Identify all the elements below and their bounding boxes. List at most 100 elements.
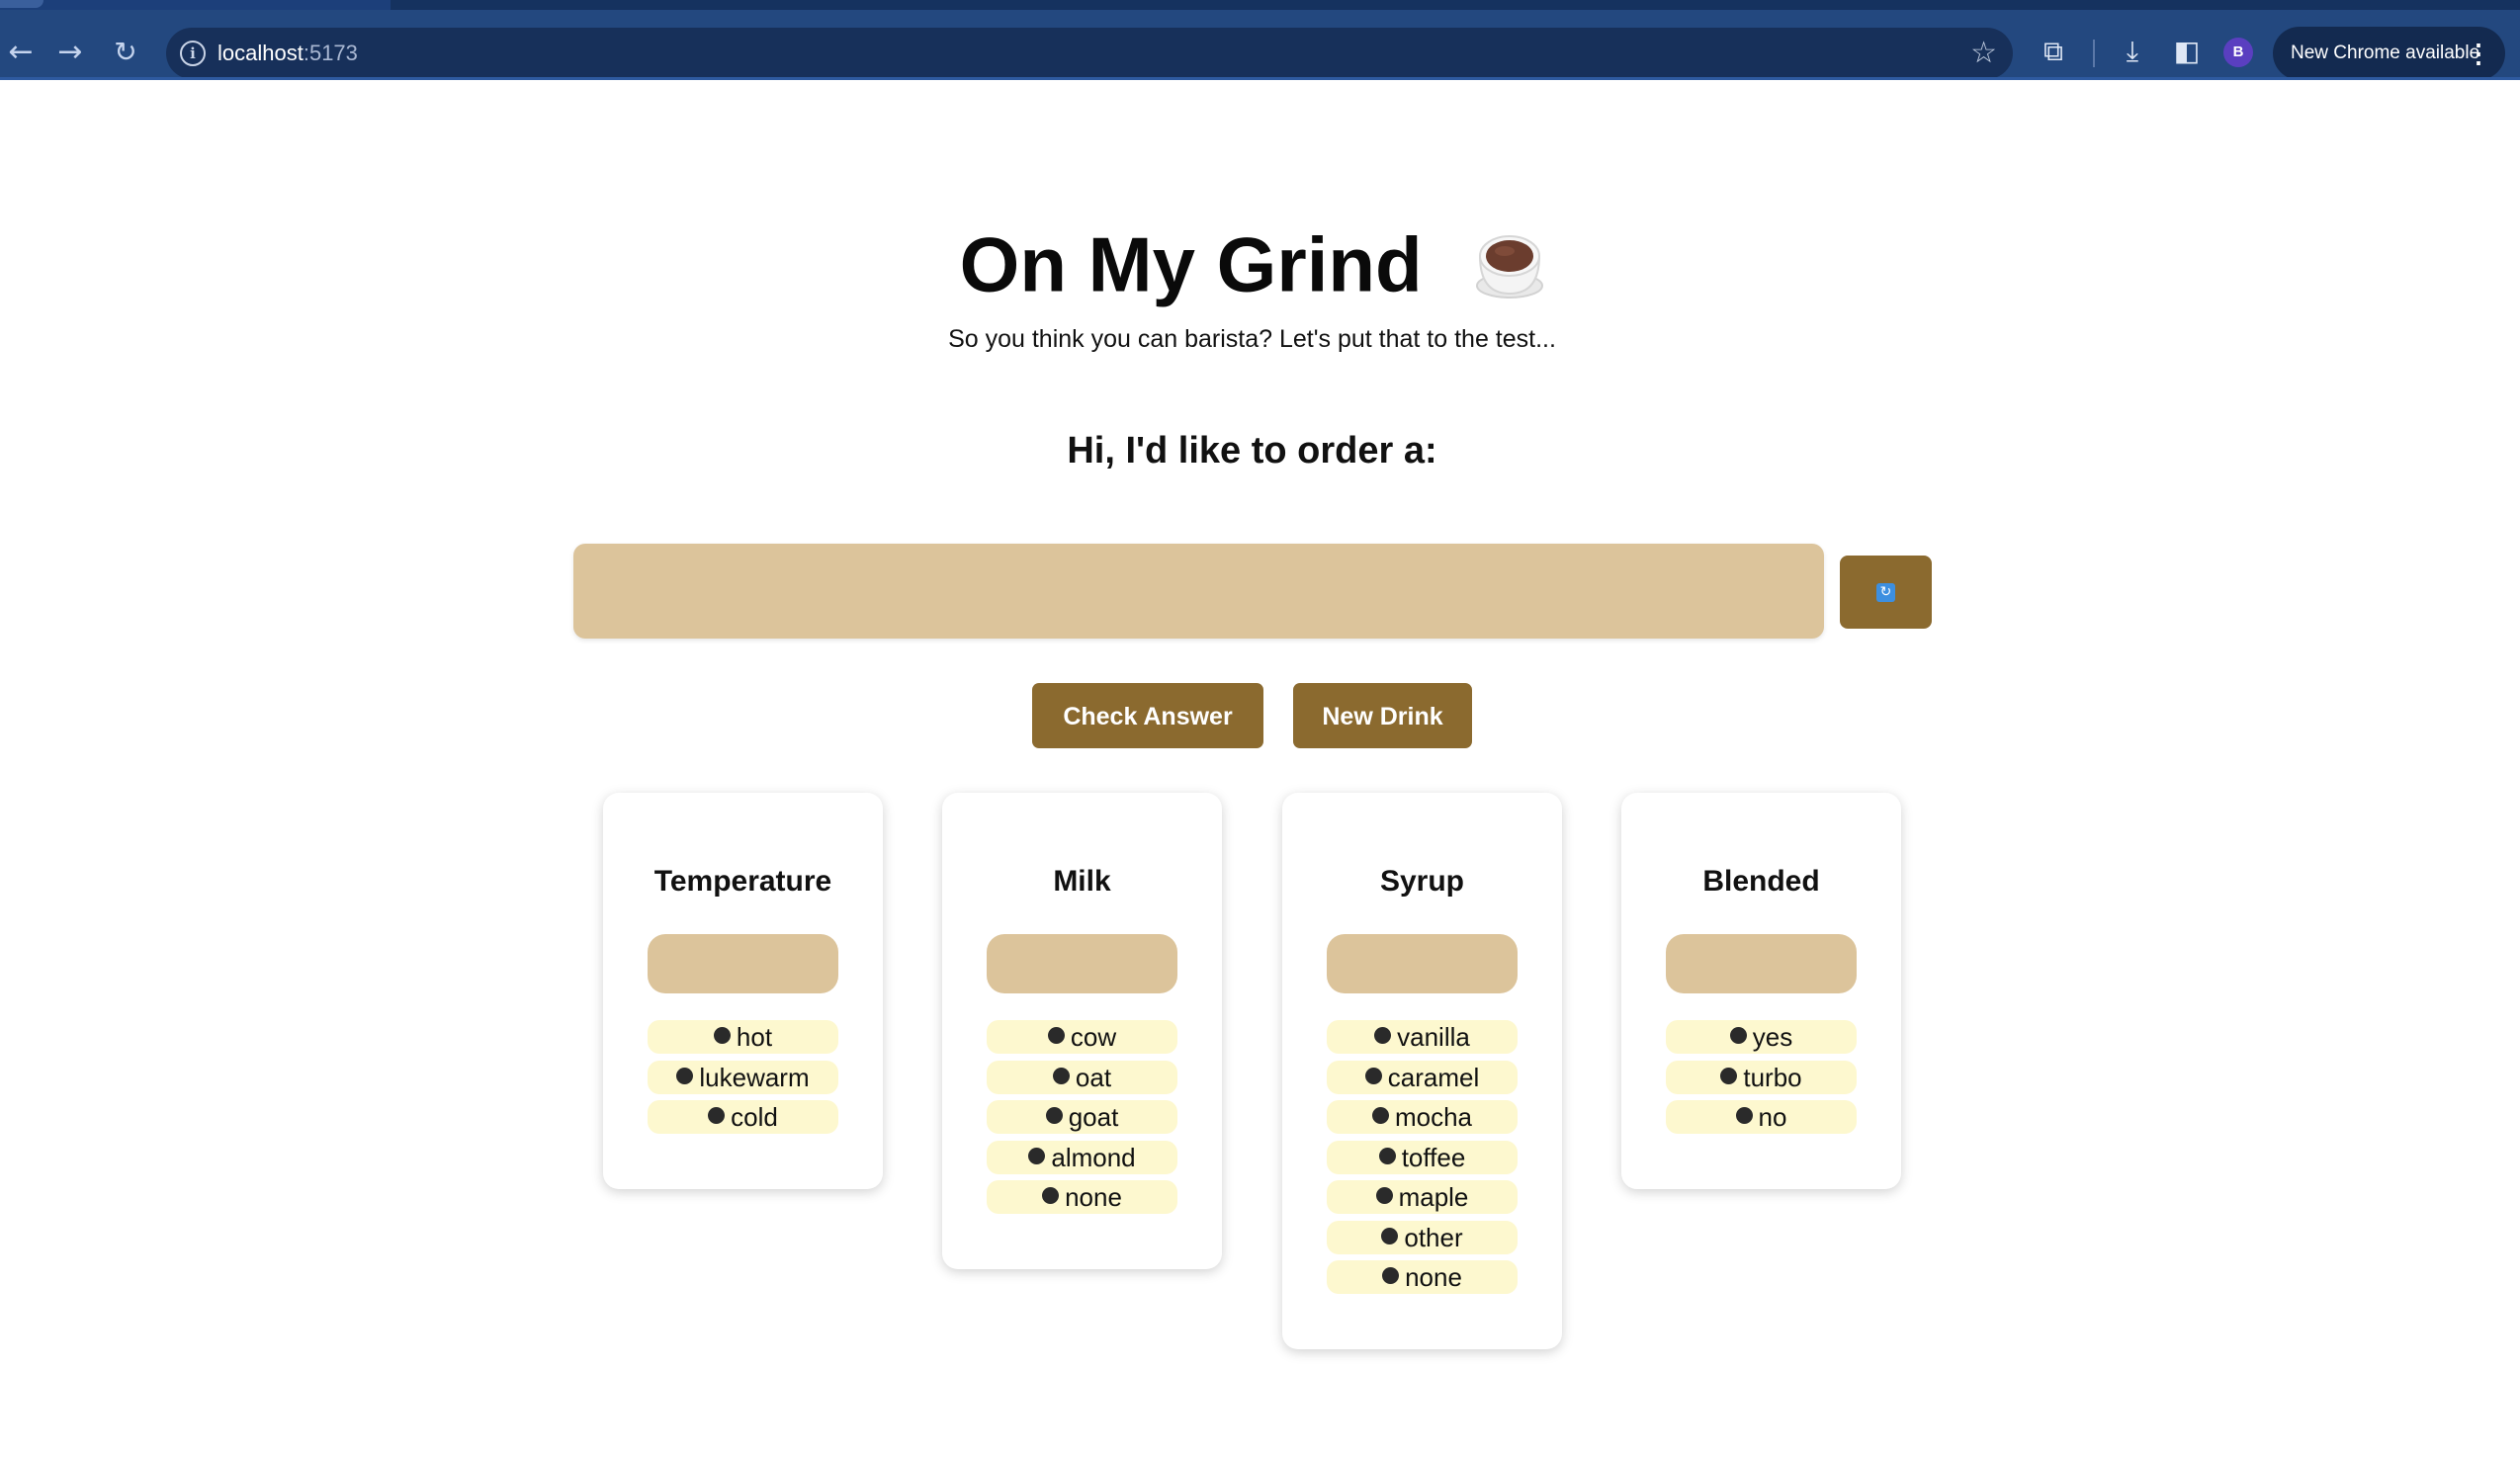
url-port: :5173 bbox=[303, 41, 358, 65]
drag-dot-icon bbox=[1382, 1267, 1400, 1284]
option-label: cow bbox=[1070, 1022, 1117, 1052]
option-chip[interactable]: cold bbox=[648, 1100, 838, 1134]
option-chip[interactable]: oat bbox=[987, 1060, 1177, 1094]
option-list: cow oat goat almond none bbox=[987, 1020, 1177, 1221]
category-card-milk: Milk cow oat goat almond none bbox=[942, 793, 1222, 1269]
option-chip[interactable]: no bbox=[1666, 1100, 1857, 1134]
drag-dot-icon bbox=[708, 1107, 726, 1124]
drag-dot-icon bbox=[713, 1027, 731, 1044]
option-list: vanilla caramel mocha toffee maple other… bbox=[1327, 1020, 1518, 1301]
option-chip[interactable]: none bbox=[987, 1180, 1177, 1214]
option-label: mocha bbox=[1394, 1102, 1473, 1132]
option-chip[interactable]: caramel bbox=[1327, 1060, 1518, 1094]
option-chip[interactable]: lukewarm bbox=[648, 1060, 838, 1094]
option-chip[interactable]: toffee bbox=[1327, 1140, 1518, 1174]
option-label: turbo bbox=[1743, 1062, 1802, 1092]
answer-slot[interactable] bbox=[648, 934, 838, 993]
drag-dot-icon bbox=[1045, 1107, 1063, 1124]
order-prompt: Hi, I'd like to order a: bbox=[1067, 430, 1437, 472]
bookmark-star-icon[interactable]: ☆ bbox=[1970, 36, 1997, 71]
option-label: none bbox=[1405, 1262, 1462, 1292]
refresh-icon: ↻ bbox=[1876, 583, 1895, 602]
drag-dot-icon bbox=[1720, 1067, 1738, 1084]
option-label: lukewarm bbox=[699, 1062, 810, 1092]
drag-dot-icon bbox=[1028, 1147, 1046, 1164]
app-page: On My Grind So you think you can barista… bbox=[0, 80, 2520, 1458]
option-chip[interactable]: yes bbox=[1666, 1020, 1857, 1054]
tab-strip bbox=[0, 0, 2520, 10]
drag-dot-icon bbox=[1371, 1107, 1389, 1124]
card-title: Temperature bbox=[653, 865, 832, 898]
browser-toolbar: ← → ↻ i localhost:5173 ☆ ⧉ ⤓ ◧ B New Chr… bbox=[0, 10, 2520, 80]
option-chip[interactable]: cow bbox=[987, 1020, 1177, 1054]
option-label: vanilla bbox=[1397, 1022, 1470, 1052]
drag-dot-icon bbox=[1042, 1187, 1060, 1204]
refresh-button[interactable]: ↻ bbox=[1840, 556, 1932, 629]
drag-dot-icon bbox=[1378, 1147, 1396, 1164]
option-label: caramel bbox=[1387, 1062, 1480, 1092]
drag-dot-icon bbox=[676, 1067, 694, 1084]
drag-dot-icon bbox=[1729, 1027, 1747, 1044]
option-label: no bbox=[1758, 1102, 1787, 1132]
answer-slot[interactable] bbox=[1327, 934, 1518, 993]
option-label: yes bbox=[1752, 1022, 1793, 1052]
category-card-syrup: Syrup vanilla caramel mocha toffee maple… bbox=[1282, 793, 1562, 1349]
drag-dot-icon bbox=[1374, 1027, 1392, 1044]
active-tab[interactable] bbox=[0, 0, 43, 8]
address-bar[interactable]: i localhost:5173 ☆ bbox=[166, 28, 2013, 79]
option-label: toffee bbox=[1401, 1142, 1466, 1172]
reload-icon[interactable]: ↻ bbox=[107, 34, 144, 71]
option-chip[interactable]: turbo bbox=[1666, 1060, 1857, 1094]
option-chip[interactable]: goat bbox=[987, 1100, 1177, 1134]
drag-dot-icon bbox=[1381, 1227, 1399, 1244]
option-chip[interactable]: mocha bbox=[1327, 1100, 1518, 1134]
drag-dot-icon bbox=[1052, 1067, 1070, 1084]
drag-dot-icon bbox=[1735, 1107, 1753, 1124]
option-chip[interactable]: none bbox=[1327, 1260, 1518, 1294]
option-chip[interactable]: almond bbox=[987, 1140, 1177, 1174]
option-chip[interactable]: other bbox=[1327, 1220, 1518, 1254]
title-text: On My Grind bbox=[959, 220, 1423, 308]
address-url[interactable]: localhost:5173 bbox=[217, 40, 358, 67]
option-label: maple bbox=[1398, 1182, 1469, 1212]
drag-dot-icon bbox=[1047, 1027, 1065, 1044]
site-info-icon[interactable]: i bbox=[180, 41, 206, 66]
extensions-icon[interactable]: ⧉ bbox=[2034, 32, 2073, 71]
url-host: localhost bbox=[217, 41, 304, 65]
answer-slot[interactable] bbox=[1666, 934, 1857, 993]
category-card-blended: Blended yes turbo no bbox=[1621, 793, 1901, 1189]
side-panel-icon[interactable]: ◧ bbox=[2167, 32, 2207, 71]
page-subtitle: So you think you can barista? Let's put … bbox=[948, 325, 1556, 353]
option-label: other bbox=[1404, 1222, 1463, 1252]
category-card-temperature: Temperature hot lukewarm cold bbox=[603, 793, 883, 1189]
toolbar-separator bbox=[2093, 40, 2095, 67]
option-chip[interactable]: vanilla bbox=[1327, 1020, 1518, 1054]
option-label: none bbox=[1065, 1182, 1122, 1212]
card-title: Syrup bbox=[1379, 865, 1465, 898]
coffee-cup-icon bbox=[1475, 225, 1544, 300]
option-chip[interactable]: hot bbox=[648, 1020, 838, 1054]
drag-dot-icon bbox=[1364, 1067, 1382, 1084]
option-chip[interactable]: maple bbox=[1327, 1180, 1518, 1214]
option-list: yes turbo no bbox=[1666, 1020, 1857, 1141]
drink-answer-input[interactable] bbox=[573, 544, 1824, 639]
option-label: oat bbox=[1075, 1062, 1112, 1092]
inactive-tab-area bbox=[391, 0, 2520, 10]
profile-avatar[interactable]: B bbox=[2223, 38, 2253, 67]
forward-arrow-icon[interactable]: → bbox=[51, 34, 89, 71]
option-list: hot lukewarm cold bbox=[648, 1020, 838, 1141]
answer-slot[interactable] bbox=[987, 934, 1177, 993]
option-label: almond bbox=[1051, 1142, 1136, 1172]
more-menu-icon[interactable]: ⋮ bbox=[2466, 27, 2491, 80]
option-label: goat bbox=[1068, 1102, 1119, 1132]
check-answer-button[interactable]: Check Answer bbox=[1032, 683, 1263, 748]
card-title: Blended bbox=[1702, 865, 1820, 898]
new-drink-button[interactable]: New Drink bbox=[1293, 683, 1472, 748]
card-title: Milk bbox=[1053, 865, 1111, 898]
chrome-update-button[interactable]: New Chrome available ⋮ bbox=[2273, 27, 2505, 80]
update-label: New Chrome available bbox=[2291, 43, 2480, 63]
download-icon[interactable]: ⤓ bbox=[2113, 32, 2152, 71]
page-title: On My Grind bbox=[0, 209, 2504, 313]
back-arrow-icon[interactable]: ← bbox=[2, 34, 40, 71]
drag-dot-icon bbox=[1375, 1187, 1393, 1204]
